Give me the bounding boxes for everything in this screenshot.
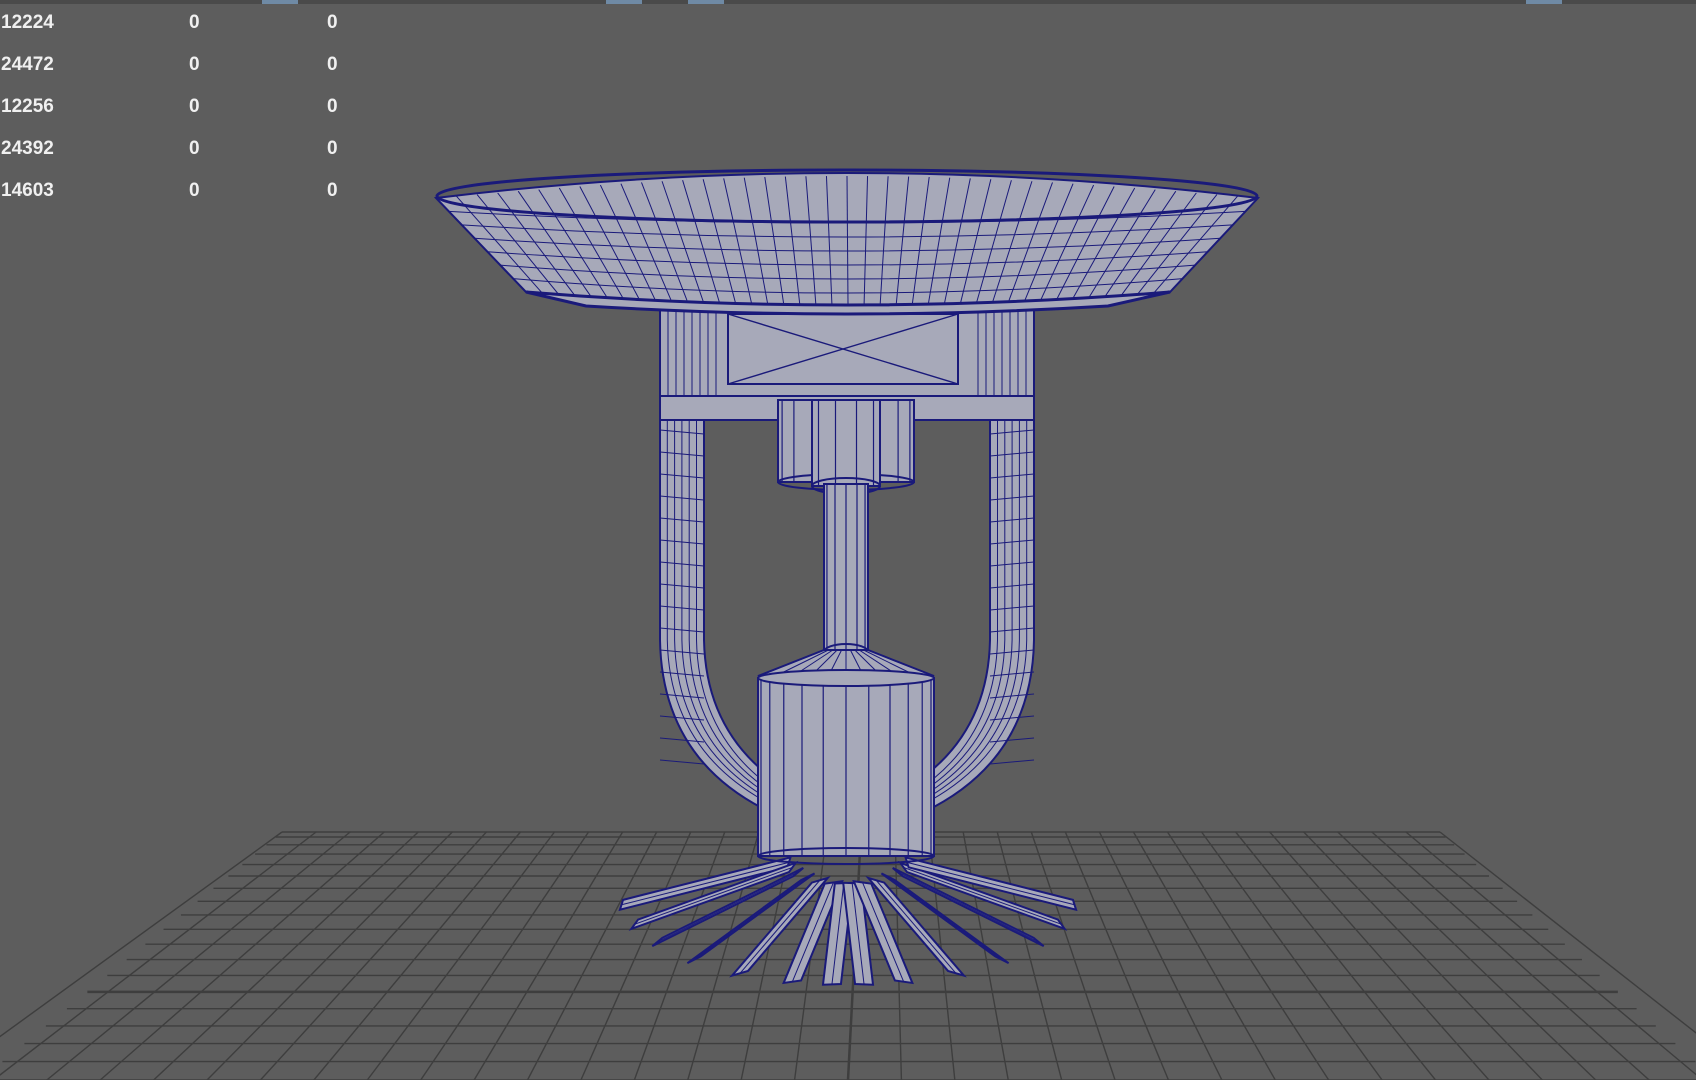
grid-line — [1098, 831, 1223, 1080]
hud-value: 0 — [189, 96, 200, 117]
hud-value: 0 — [327, 54, 338, 75]
grid-line — [1269, 831, 1490, 1080]
hud-value: 0 — [189, 138, 200, 159]
bulb-cylinder — [757, 677, 935, 865]
hud-value: 24392 — [1, 138, 54, 159]
hud-row-edges: 24472 0 0 — [0, 48, 360, 90]
grid-line — [526, 831, 658, 1080]
hud-value: 0 — [189, 12, 200, 33]
3d-viewport[interactable]: 12224 0 0 24472 0 0 12256 0 0 24392 0 0 … — [0, 0, 1696, 1080]
bulb-top — [757, 669, 935, 687]
hud-value: 12256 — [1, 96, 54, 117]
hud-value: 12224 — [1, 12, 54, 33]
hud-row-faces: 12256 0 0 — [0, 90, 360, 132]
grid-line — [1064, 831, 1170, 1080]
hud-value: 0 — [189, 54, 200, 75]
poly-count-hud: 12224 0 0 24472 0 0 12256 0 0 24392 0 0 … — [0, 6, 360, 216]
grid-line — [313, 831, 521, 1080]
hud-value: 0 — [189, 180, 200, 201]
grid-line — [153, 831, 419, 1080]
hud-value: 14603 — [1, 180, 54, 201]
grid-line — [633, 831, 726, 1080]
hud-value: 24472 — [1, 54, 54, 75]
grid-line — [99, 831, 385, 1080]
grid-line — [1132, 831, 1276, 1080]
grid-line — [1303, 831, 1543, 1080]
grid-line — [46, 831, 351, 1080]
grid-line — [1235, 831, 1437, 1080]
hud-value: 0 — [327, 180, 338, 201]
grid-line — [0, 831, 317, 1076]
yoke-ring — [989, 759, 1035, 765]
rod — [823, 483, 869, 661]
grid-line — [473, 831, 624, 1080]
cap-inner-body — [811, 399, 881, 487]
grid-line — [1405, 831, 1696, 1076]
hud-value: 0 — [327, 96, 338, 117]
grid-line — [996, 831, 1063, 1080]
cap-inner — [811, 399, 881, 495]
hud-value: 0 — [327, 12, 338, 33]
grid-line — [420, 831, 590, 1080]
hud-row-triangles: 24392 0 0 — [0, 132, 360, 174]
grid-line — [259, 831, 487, 1080]
grid-line — [1201, 831, 1383, 1080]
grid-line — [366, 831, 556, 1080]
grid-line — [1166, 831, 1330, 1080]
hud-row-uvs: 14603 0 0 — [0, 174, 360, 216]
grid-line — [206, 831, 453, 1080]
grid-line — [1371, 831, 1650, 1080]
grid-line — [962, 831, 1009, 1080]
hud-value: 0 — [327, 138, 338, 159]
hud-row-vertices: 12224 0 0 — [0, 6, 360, 48]
grid-line — [1337, 831, 1597, 1080]
yoke-ring — [659, 759, 705, 765]
deflector-dish — [433, 168, 1261, 316]
sprinkler-model[interactable] — [433, 168, 1261, 986]
ground-grid — [0, 831, 1696, 1080]
grid-line — [580, 831, 692, 1080]
grid-line — [1030, 831, 1116, 1080]
